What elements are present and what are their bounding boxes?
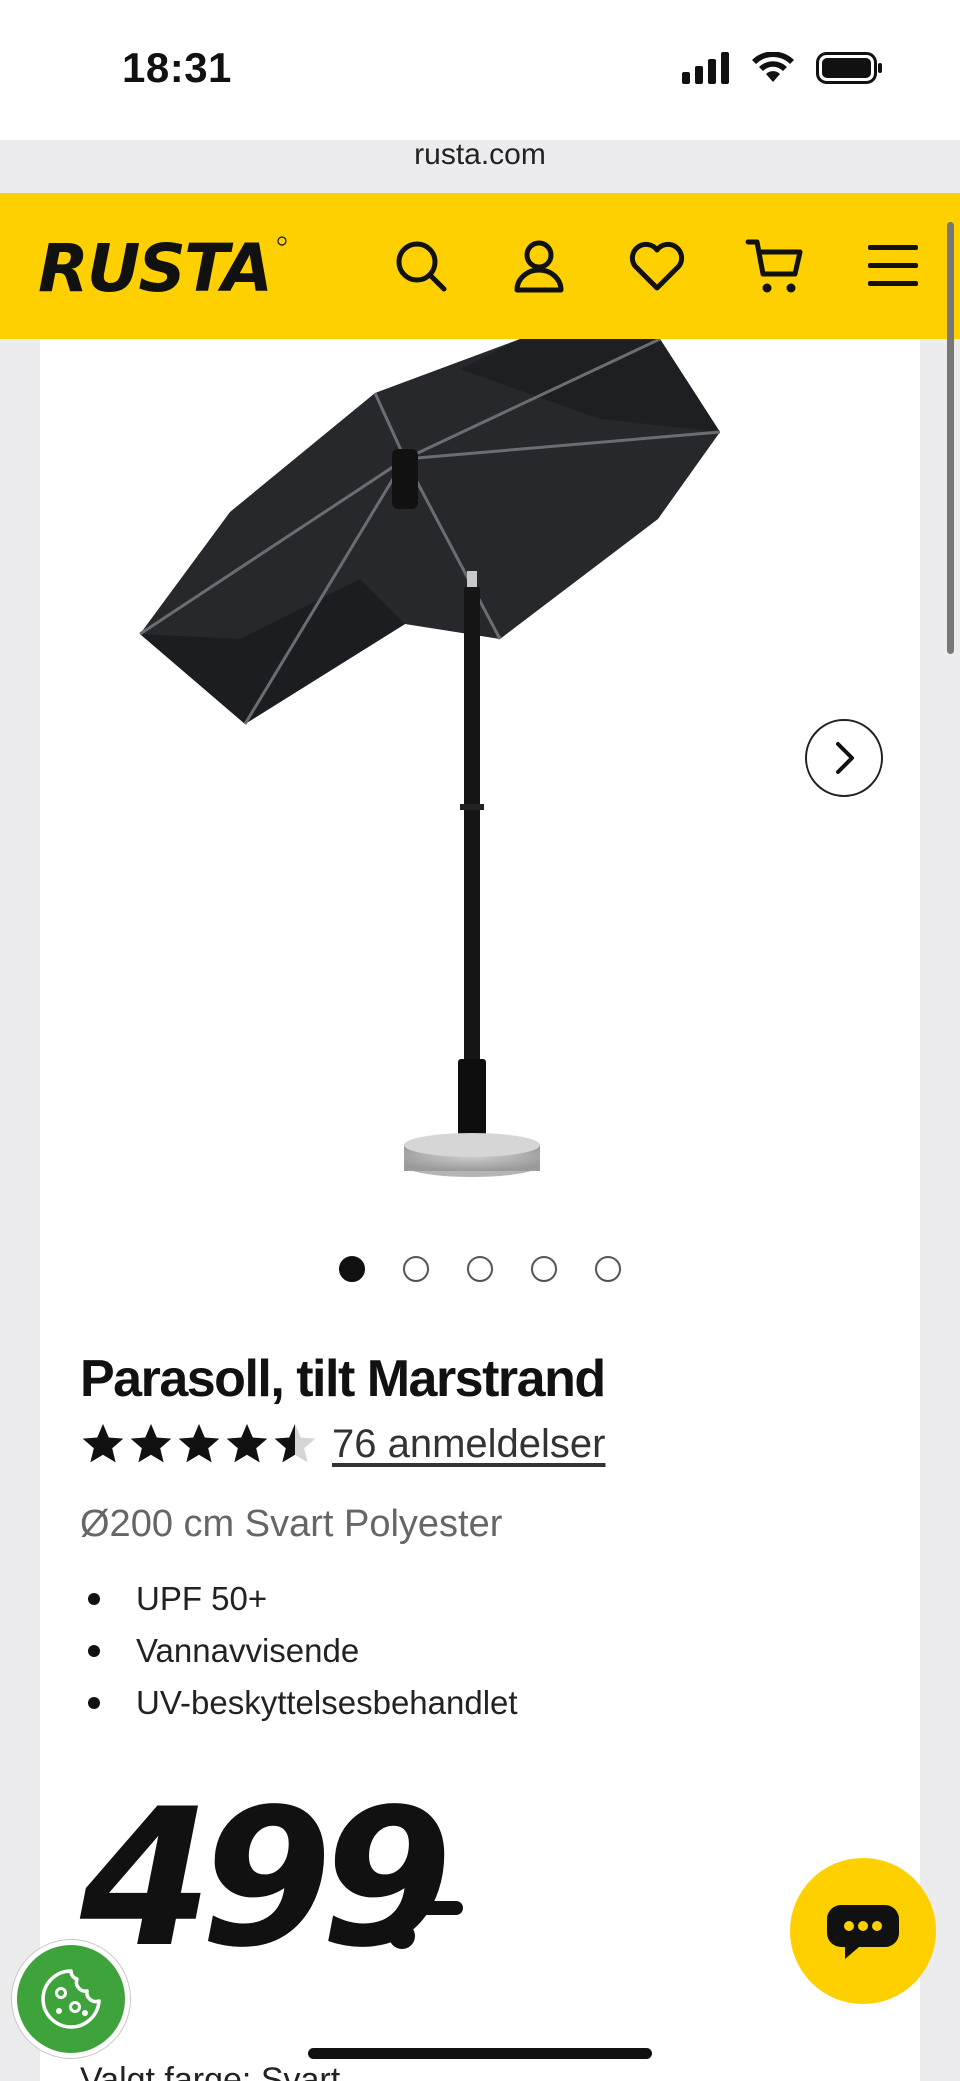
chat-button[interactable] [790,1858,936,2004]
scrollbar[interactable] [947,222,954,654]
gallery-dot[interactable] [403,1256,429,1282]
svg-text:RUSTA: RUSTA [38,233,271,299]
wifi-icon [752,52,794,82]
product-subtitle: Ø200 cm Svart Polyester [80,1503,503,1545]
feature-label: Vannavvisende [136,1632,360,1669]
heart-icon[interactable] [622,231,692,301]
gallery-dots [40,1256,920,1282]
selected-color: Valgt farge: Svart [80,2061,340,2081]
price-dash-suffix [385,1901,463,1954]
product-card: Parasoll, tilt Marstrand 76 anmeldelser … [40,337,920,2081]
product-image[interactable] [40,337,920,1239]
feature-item: UV-beskyttelsesbehandlet [80,1677,518,1729]
home-indicator[interactable] [308,2048,652,2059]
product-title: Parasoll, tilt Marstrand [80,1350,606,1408]
gallery-dot[interactable] [595,1256,621,1282]
status-icons [682,52,882,84]
url-bar[interactable]: rusta.com [0,138,960,172]
account-icon[interactable] [504,231,574,301]
battery-icon [816,52,882,84]
selected-color-value: Svart [260,2061,341,2081]
chevron-right-icon [836,742,854,774]
gallery-dot[interactable] [531,1256,557,1282]
star-icon [178,1423,220,1463]
cookie-icon [41,1969,101,2029]
feature-item: Vannavvisende [80,1625,518,1677]
star-icon [226,1423,268,1463]
rusta-logo[interactable]: RUSTA [38,230,288,307]
chat-bubble-icon [827,1905,899,1959]
menu-icon[interactable] [858,231,928,301]
status-time: 18:31 [122,44,232,91]
feature-list: UPF 50+ Vannavvisende UV-beskyttelsesbeh… [80,1573,518,1729]
rating-row: 76 anmeldelser [80,1421,606,1467]
gallery-next-button[interactable] [805,719,883,797]
feature-label: UPF 50+ [136,1580,268,1617]
selected-color-label: Valgt farge: [80,2061,252,2081]
site-header: RUSTA [0,193,960,339]
rating-stars [80,1421,318,1467]
reviews-link[interactable]: 76 anmeldelser [332,1422,606,1467]
star-icon [82,1423,124,1463]
gallery-dot[interactable] [339,1256,365,1282]
star-half-icon [274,1423,316,1463]
signal-icon [682,52,729,84]
search-icon[interactable] [386,231,456,301]
cookie-settings-button[interactable] [12,1940,130,2058]
cart-icon[interactable] [740,231,810,301]
feature-item: UPF 50+ [80,1573,518,1625]
status-bar: 18:31 rusta.com [0,0,960,171]
gallery-dot[interactable] [467,1256,493,1282]
star-icon [130,1423,172,1463]
feature-label: UV-beskyttelsesbehandlet [136,1684,518,1721]
